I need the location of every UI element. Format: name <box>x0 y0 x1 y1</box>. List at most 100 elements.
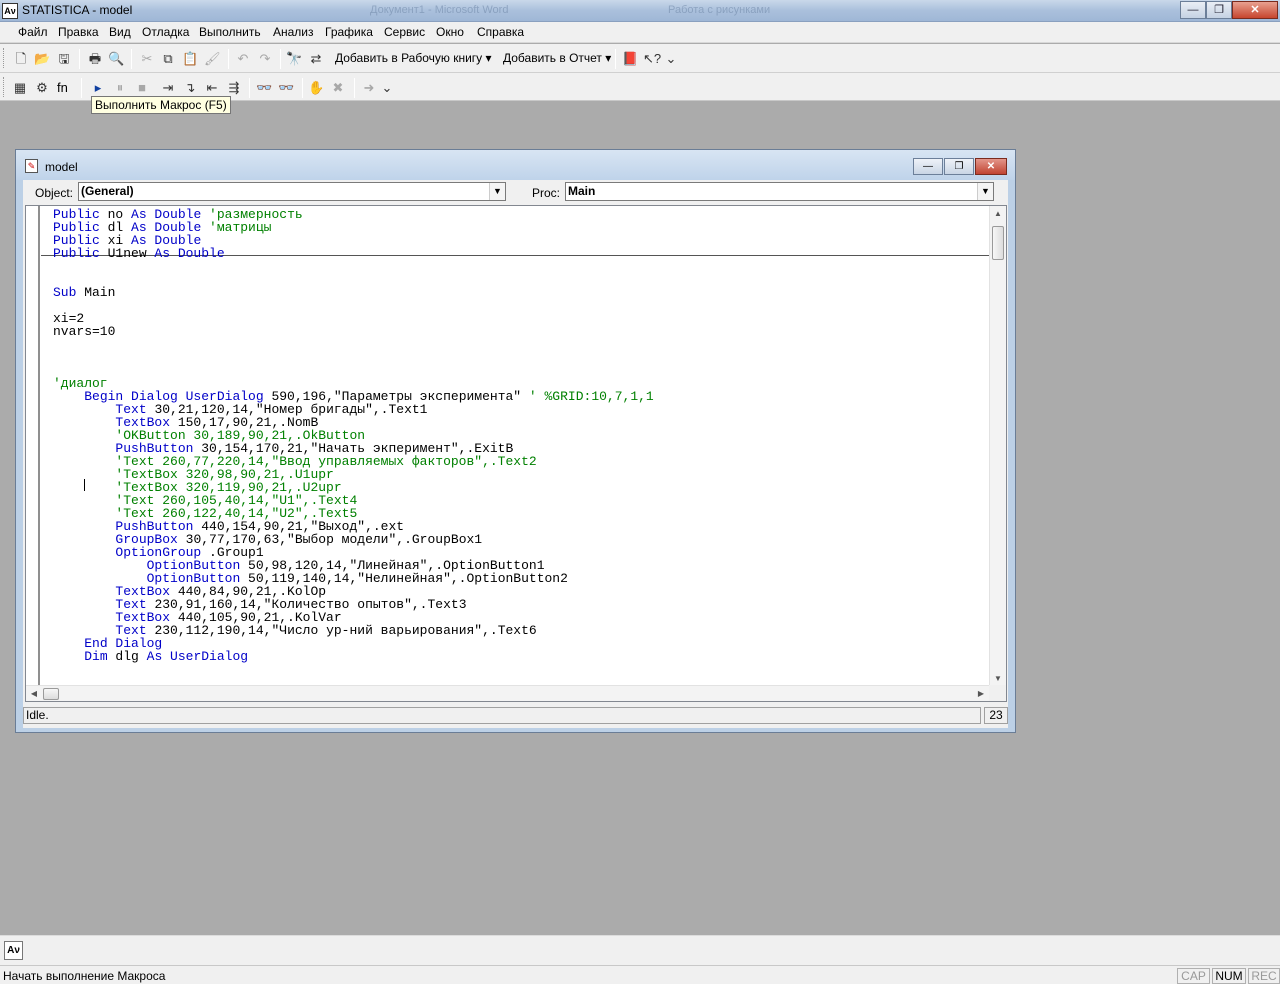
redo-icon[interactable]: ↷ <box>257 51 273 67</box>
toggle-breakpoint-icon[interactable]: ✋ <box>308 80 324 96</box>
run-to-cursor-icon[interactable]: ⇶ <box>226 80 242 96</box>
menu-analysis[interactable]: Анализ <box>273 25 314 39</box>
cap-indicator: CAP <box>1177 968 1210 984</box>
scroll-right-icon[interactable]: ▶ <box>973 686 989 701</box>
chevron-down-icon[interactable]: ▼ <box>489 183 505 200</box>
quick-watch-icon[interactable]: 👓 <box>256 80 272 96</box>
model-body: Object: (General) ▼ Proc: Main ▼ Public … <box>23 180 1008 728</box>
line-number: 23 <box>984 707 1008 724</box>
menu-tools[interactable]: Сервис <box>384 25 425 39</box>
object-combo[interactable]: (General) ▼ <box>78 182 506 201</box>
model-status-text: Idle. <box>23 707 981 724</box>
print-preview-icon[interactable]: 🔍 <box>108 51 124 67</box>
add-to-report-button[interactable]: Добавить в Отчет ▾ <box>503 51 611 65</box>
menu-run[interactable]: Выполнить <box>199 25 261 39</box>
model-maximize-button[interactable]: ❐ <box>944 158 974 175</box>
minimized-windows-strip: Aν <box>0 935 1280 965</box>
go-arrow-icon[interactable]: ➜ <box>361 80 377 96</box>
vertical-scroll-thumb[interactable] <box>992 226 1004 260</box>
chevron-down-icon[interactable]: ▼ <box>977 183 993 200</box>
paste-icon[interactable]: 📋 <box>182 51 198 67</box>
code-text: nvars=10 <box>53 324 116 339</box>
replace-icon[interactable]: ⇄ <box>308 51 324 67</box>
statistica-app-icon[interactable]: Aν <box>2 3 18 19</box>
window-title: STATISTICA - model <box>22 3 133 17</box>
model-minimize-button[interactable]: — <box>913 158 943 175</box>
text-cursor <box>84 479 85 491</box>
code-text: Main <box>76 285 116 300</box>
code-editor[interactable]: Public no As Double 'размерность Public d… <box>25 205 1007 702</box>
run-macro-tooltip: Выполнить Макрос (F5) <box>91 96 231 114</box>
code-text: 230,112,190,14,"Число ур-ний варьировани… <box>146 623 537 638</box>
code-keyword: As Double <box>154 246 225 261</box>
toolbar-grip-2[interactable] <box>3 77 6 97</box>
ghost-title-1: Документ1 - Microsoft Word <box>370 4 509 16</box>
run-macro-icon[interactable]: ▸ <box>90 80 106 96</box>
object-value: (General) <box>81 184 134 198</box>
toolbar-grip[interactable] <box>3 48 6 68</box>
ghost-title-2: Работа с рисунками <box>668 4 771 16</box>
code-text: U1new <box>99 246 155 261</box>
new-file-icon[interactable]: 🗋 <box>13 51 29 67</box>
minimize-button[interactable]: — <box>1180 1 1206 19</box>
step-over-icon[interactable]: ↴ <box>182 80 198 96</box>
code-line[interactable]: Sub Main <box>53 286 115 299</box>
book-icon[interactable]: 📕 <box>622 51 638 67</box>
model-close-button[interactable]: ✕ <box>975 158 1007 175</box>
undo-icon[interactable]: ↶ <box>235 51 251 67</box>
menu-help[interactable]: Справка <box>477 25 524 39</box>
save-icon[interactable]: 🖫 <box>56 51 72 67</box>
statistica-task-icon[interactable]: Aν <box>4 941 23 960</box>
find-icon[interactable]: 🔭 <box>286 51 302 67</box>
menu-window[interactable]: Окно <box>436 25 464 39</box>
menu-bar: Файл Правка Вид Отладка Выполнить Анализ… <box>0 22 1280 43</box>
rec-indicator: REC <box>1248 968 1280 984</box>
model-title: model <box>45 160 78 174</box>
code-line[interactable]: Dim dlg As UserDialog <box>53 650 248 663</box>
status-message: Начать выполнение Макроса <box>3 969 166 983</box>
horizontal-scrollbar[interactable]: ◀ ▶ <box>26 685 991 701</box>
menu-file[interactable]: Файл <box>18 25 48 39</box>
maximize-button[interactable]: ❐ <box>1206 1 1232 19</box>
dialog-editor-icon[interactable]: ▦ <box>12 80 28 96</box>
open-folder-icon[interactable]: 📂 <box>34 51 50 67</box>
clear-breakpoints-icon[interactable]: ✖ <box>330 80 346 96</box>
code-line[interactable]: Public U1new As Double <box>53 247 225 260</box>
menu-debug[interactable]: Отладка <box>142 25 189 39</box>
print-icon[interactable]: 🖶 <box>87 51 103 67</box>
code-comment: ' %GRID:10,7,1,1 <box>528 389 654 404</box>
toolbar2-overflow-icon[interactable]: ⌄ <box>379 80 395 96</box>
toolbar-overflow-icon[interactable]: ⌄ <box>663 51 679 67</box>
code-text: dlg <box>107 649 147 664</box>
proc-value: Main <box>568 184 596 198</box>
code-keyword: Sub <box>53 285 77 300</box>
model-title-bar[interactable]: ✎ model — ❐ ✕ <box>16 150 1015 180</box>
editor-gutter[interactable] <box>26 206 40 687</box>
close-button[interactable]: ✕ <box>1232 1 1278 19</box>
stop-icon[interactable]: ■ <box>134 80 150 96</box>
add-to-workbook-button[interactable]: Добавить в Рабочую книгу ▾ <box>335 51 492 65</box>
menu-view[interactable]: Вид <box>109 25 131 39</box>
step-into-icon[interactable]: ⇥ <box>160 80 176 96</box>
copy-icon[interactable]: ⧉ <box>160 51 176 67</box>
vertical-scrollbar[interactable]: ▲ ▼ <box>989 206 1006 687</box>
proc-combo[interactable]: Main ▼ <box>565 182 994 201</box>
code-line[interactable]: nvars=10 <box>53 325 115 338</box>
object-label: Object: <box>35 186 74 200</box>
pause-icon[interactable]: ⏸ <box>112 80 128 96</box>
scroll-up-icon[interactable]: ▲ <box>990 206 1006 222</box>
horizontal-scroll-thumb[interactable] <box>43 688 59 700</box>
code-area[interactable]: Public no As Double 'размерность Public d… <box>53 206 993 687</box>
function-button[interactable]: fn <box>57 80 68 95</box>
help-pointer-icon[interactable]: ↖? <box>643 51 661 67</box>
cut-icon[interactable]: ✂ <box>139 51 155 67</box>
step-out-icon[interactable]: ⇤ <box>204 80 220 96</box>
menu-edit[interactable]: Правка <box>58 25 99 39</box>
watch-icon[interactable]: 👓 <box>278 80 294 96</box>
scroll-left-icon[interactable]: ◀ <box>26 686 42 701</box>
code-keyword: Dim <box>84 649 108 664</box>
format-painter-icon[interactable]: 🖌 <box>204 51 221 67</box>
menu-graphics[interactable]: Графика <box>325 25 373 39</box>
object-browser-icon[interactable]: ⚙ <box>34 80 50 96</box>
